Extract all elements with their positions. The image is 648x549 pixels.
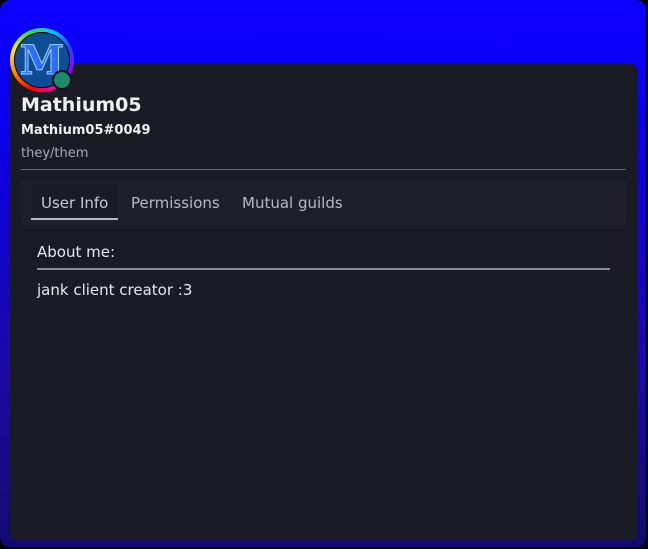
tab-mutual-guilds[interactable]: Mutual guilds bbox=[232, 184, 353, 218]
online-status-icon bbox=[52, 70, 72, 90]
tab-permissions[interactable]: Permissions bbox=[121, 184, 230, 218]
about-me-heading: About me: bbox=[37, 243, 116, 261]
about-divider bbox=[37, 268, 610, 270]
bio-text: jank client creator :3 bbox=[37, 281, 193, 299]
tab-bar: User Info Permissions Mutual guilds bbox=[21, 179, 626, 225]
display-name: Mathium05 bbox=[21, 94, 142, 116]
divider bbox=[21, 169, 626, 170]
pronouns: they/them bbox=[21, 146, 89, 161]
tab-user-info[interactable]: User Info bbox=[31, 184, 119, 220]
username-tag: Mathium05#0049 bbox=[21, 123, 151, 138]
